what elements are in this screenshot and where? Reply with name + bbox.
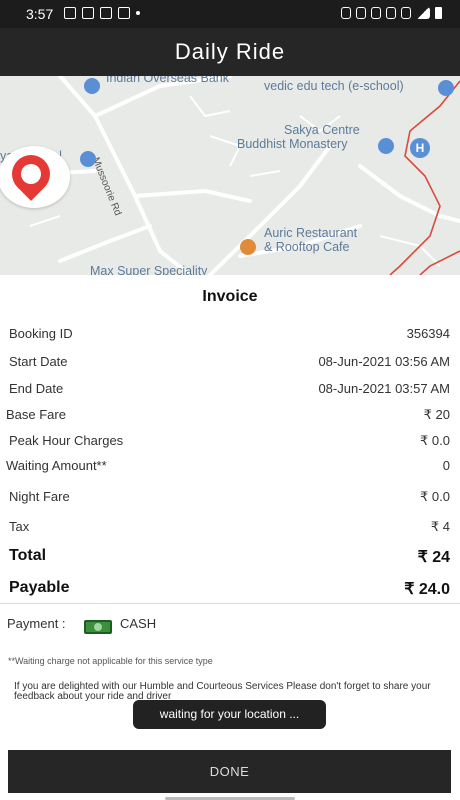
- invoice-row-value: 0: [442, 458, 450, 473]
- location-toast: waiting for your location ...: [133, 700, 326, 729]
- map-label-edu: vedic edu tech (e-school): [264, 79, 404, 93]
- status-time: 3:57: [26, 6, 54, 22]
- place-marker-icon[interactable]: [438, 80, 454, 96]
- bluetooth-icon: [341, 7, 351, 19]
- map-label-bank: Indian Overseas Bank: [106, 76, 229, 85]
- invoice-title: Invoice: [202, 288, 258, 305]
- invoice-row-label: Booking ID: [9, 326, 73, 341]
- map-view[interactable]: Indian Overseas Bank vedic edu tech (e-s…: [0, 76, 460, 275]
- invoice-row-value: ₹ 4: [430, 519, 450, 534]
- notification-icons: [64, 7, 140, 19]
- invoice-row-peak-hour: Peak Hour Charges ₹ 0.0: [0, 433, 460, 455]
- map-label-restaurant-2: & Rooftop Cafe: [264, 240, 350, 254]
- payment-label: Payment :: [7, 616, 66, 631]
- invoice-row-label: Total: [9, 547, 47, 564]
- invoice-row-payable: Payable ₹ 24.0: [0, 579, 460, 601]
- invoice-row-label: Start Date: [9, 354, 68, 369]
- invoice-row-start-date: Start Date 08-Jun-2021 03:56 AM: [0, 354, 460, 376]
- divider: [0, 603, 460, 604]
- invoice-row-label: Peak Hour Charges: [9, 433, 124, 448]
- bank-marker-icon[interactable]: [84, 78, 100, 94]
- vibrate-icon: [356, 7, 366, 19]
- more-dot-icon: [136, 11, 140, 15]
- invoice-row-label: Waiting Amount**: [6, 458, 107, 473]
- invoice-row-value: ₹ 0.0: [420, 433, 450, 448]
- feedback-message: If you are delighted with our Humble and…: [14, 681, 431, 702]
- invoice-row-night-fare: Night Fare ₹ 0.0: [0, 489, 460, 511]
- brand-logo: [0, 146, 70, 208]
- map-label-monastery-1: Sakya Centre: [284, 123, 360, 137]
- status-bar: 3:57: [0, 0, 460, 28]
- monastery-marker-icon[interactable]: [378, 138, 394, 154]
- invoice-row-value: ₹ 0.0: [420, 489, 450, 504]
- cash-icon: [84, 620, 112, 634]
- map-label-restaurant-1: Auric Restaurant: [264, 226, 358, 240]
- invoice-row-label: Payable: [9, 579, 70, 596]
- battery-icon: [435, 7, 442, 19]
- invoice-row-tax: Tax ₹ 4: [0, 519, 460, 541]
- logo-pin-icon: [4, 147, 58, 201]
- hospital-marker-icon[interactable]: H: [410, 138, 430, 158]
- app-bar: Daily Ride: [0, 28, 460, 76]
- map-label-hospital: Max Super Speciality: [90, 264, 208, 275]
- invoice-row-label: Tax: [9, 519, 30, 534]
- system-icons: [341, 7, 442, 19]
- alarm-icon: [371, 7, 381, 19]
- invoice-row-value: 08-Jun-2021 03:56 AM: [318, 354, 450, 369]
- page-title: Daily Ride: [174, 39, 286, 64]
- invoice-row-base-fare: Base Fare ₹ 20: [0, 407, 460, 429]
- invoice-row-label: End Date: [9, 381, 64, 396]
- waiting-charge-note: **Waiting charge not applicable for this…: [8, 656, 213, 666]
- notification-icon: [64, 7, 76, 19]
- invoice-row-value: 356394: [406, 326, 450, 341]
- restaurant-marker-icon[interactable]: [240, 239, 256, 255]
- payment-method: CASH: [120, 616, 157, 631]
- app-notification-icon: [100, 7, 112, 19]
- invoice-row-value: ₹ 24: [417, 549, 450, 566]
- app-notification-icon: [118, 7, 130, 19]
- map-label-monastery-2: Buddhist Monastery: [237, 137, 348, 151]
- gallery-icon: [82, 7, 94, 19]
- school-marker-icon[interactable]: [80, 151, 96, 167]
- invoice-row-label: Base Fare: [6, 407, 66, 422]
- signal-icon: [416, 7, 430, 19]
- invoice-row-booking-id: Booking ID 356394: [0, 326, 460, 348]
- invoice-row-value: ₹ 24.0: [404, 581, 450, 598]
- volte-icon: [401, 7, 411, 19]
- done-button[interactable]: DONE: [8, 750, 451, 793]
- invoice-row-total: Total ₹ 24: [0, 547, 460, 569]
- location-icon: [386, 7, 396, 19]
- invoice-row-value: ₹ 20: [423, 407, 450, 422]
- invoice-row-end-date: End Date 08-Jun-2021 03:57 AM: [0, 381, 460, 403]
- invoice-row-label: Night Fare: [9, 489, 70, 504]
- invoice-row-value: 08-Jun-2021 03:57 AM: [318, 381, 450, 396]
- invoice-row-waiting: Waiting Amount** 0: [0, 458, 460, 480]
